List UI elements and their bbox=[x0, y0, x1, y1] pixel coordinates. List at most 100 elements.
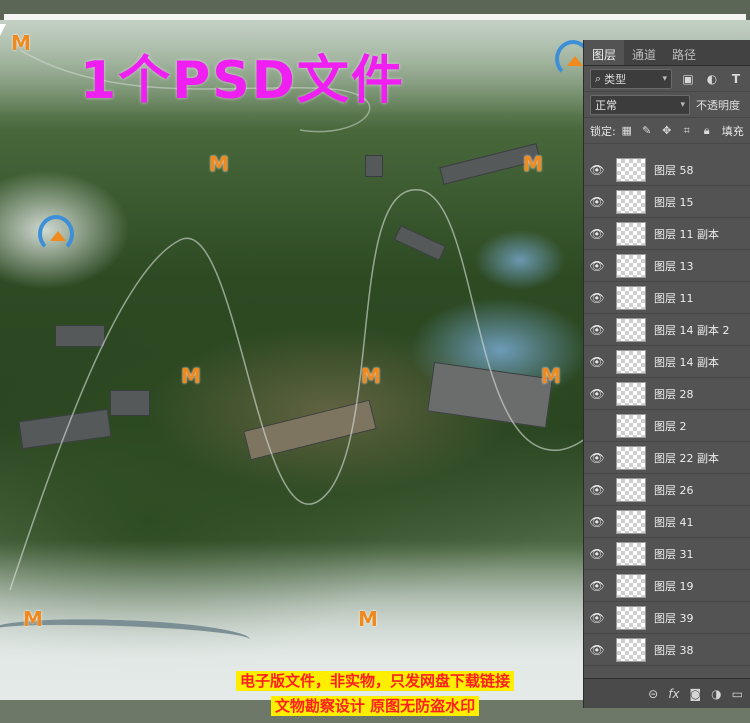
layer-thumbnail[interactable] bbox=[616, 157, 646, 182]
layer-row[interactable]: 👁︎ 图层 11 副本 bbox=[584, 218, 750, 250]
eye-icon[interactable]: 👁︎ bbox=[584, 538, 610, 570]
layer-name[interactable]: 图层 19 bbox=[654, 578, 694, 594]
layer-thumbnail[interactable] bbox=[616, 285, 646, 310]
tab-channels[interactable]: 通道 bbox=[624, 40, 664, 65]
layers-panel: 图层 通道 路径 ⌕ 类型 ▾ ▣ ◐ T 正常 ▾ 不透明度 锁定: ▦ ✎ … bbox=[583, 40, 750, 708]
eye-icon[interactable]: 👁︎ bbox=[584, 282, 610, 314]
layer-name[interactable]: 图层 11 bbox=[654, 290, 694, 306]
eye-icon[interactable]: 👁︎ bbox=[584, 442, 610, 474]
layer-row[interactable]: 👁︎ 图层 28 bbox=[584, 378, 750, 410]
layer-name[interactable]: 图层 38 bbox=[654, 642, 694, 658]
watermark-logo-icon: M bbox=[361, 364, 381, 388]
eye-icon[interactable]: 👁︎ bbox=[584, 154, 610, 186]
layer-row[interactable]: 图层 2 bbox=[584, 410, 750, 442]
layer-row[interactable]: 👁︎ 图层 14 副本 bbox=[584, 346, 750, 378]
eye-icon[interactable] bbox=[584, 410, 610, 442]
layer-thumbnail[interactable] bbox=[616, 477, 646, 502]
layer-row[interactable]: 👁︎ 图层 19 bbox=[584, 570, 750, 602]
lock-icon[interactable]: 🔒︎ bbox=[700, 124, 714, 138]
window-frame: M M M M M M M M 1个PSD文件 图层 通道 路径 ⌕ 类型 ▾ … bbox=[0, 0, 750, 723]
layer-row[interactable]: 👁︎ 图层 41 bbox=[584, 506, 750, 538]
tab-layers[interactable]: 图层 bbox=[584, 40, 625, 65]
layer-row[interactable]: 👁︎ 图层 14 副本 2 bbox=[584, 314, 750, 346]
watermark-logo-icon: M bbox=[523, 152, 543, 176]
eye-icon[interactable]: 👁︎ bbox=[584, 506, 610, 538]
layer-thumbnail[interactable] bbox=[616, 349, 646, 374]
layer-row[interactable]: 👁︎ 图层 22 副本 bbox=[584, 442, 750, 474]
layer-thumbnail[interactable] bbox=[616, 509, 646, 534]
mouse-cursor-icon bbox=[0, 24, 6, 36]
layer-name[interactable]: 图层 13 bbox=[654, 258, 694, 274]
eye-icon[interactable]: 👁︎ bbox=[584, 346, 610, 378]
layer-list: 👁︎ 图层 58 👁︎ 图层 15 👁︎ 图层 11 副本 👁︎ 图层 13 👁︎ 图层 11 👁︎… bbox=[584, 154, 750, 678]
layer-filter-select[interactable]: ⌕ 类型 ▾ bbox=[590, 68, 672, 89]
layer-row[interactable]: 👁︎ 图层 39 bbox=[584, 602, 750, 634]
eye-icon[interactable]: 👁︎ bbox=[584, 602, 610, 634]
layer-row[interactable]: 👁︎ 图层 15 bbox=[584, 186, 750, 218]
layer-thumbnail[interactable] bbox=[616, 189, 646, 214]
layer-thumbnail[interactable] bbox=[616, 221, 646, 246]
watermark-logo-icon: M bbox=[541, 364, 561, 388]
layer-name[interactable]: 图层 14 副本 2 bbox=[654, 322, 730, 338]
layer-row[interactable]: 👁︎ 图层 11 bbox=[584, 282, 750, 314]
layer-thumbnail[interactable] bbox=[616, 605, 646, 630]
chevron-down-icon: ▾ bbox=[662, 73, 667, 84]
layer-row[interactable]: 👁︎ 图层 31 bbox=[584, 538, 750, 570]
eye-icon[interactable]: 👁︎ bbox=[584, 634, 610, 666]
eye-icon[interactable]: 👁︎ bbox=[584, 378, 610, 410]
type-filter-icon[interactable]: T bbox=[728, 71, 744, 87]
eye-icon[interactable]: 👁︎ bbox=[584, 474, 610, 506]
layer-name[interactable]: 图层 58 bbox=[654, 162, 694, 178]
watermark-emblem-icon bbox=[38, 215, 74, 253]
lock-label: 锁定: bbox=[590, 124, 616, 138]
layer-name[interactable]: 图层 22 副本 bbox=[654, 450, 719, 466]
layer-thumbnail[interactable] bbox=[616, 381, 646, 406]
watermark-logo-icon: M bbox=[11, 31, 31, 55]
lock-row: 锁定: ▦ ✎ ✥ ⌗ 🔒︎ 填充 bbox=[584, 118, 750, 144]
tab-paths[interactable]: 路径 bbox=[664, 40, 704, 65]
panel-tabs: 图层 通道 路径 bbox=[584, 40, 750, 66]
caption-line-1: 电子版文件，非实物，只发网盘下载链接 bbox=[0, 670, 750, 691]
move-icon[interactable]: ✥ bbox=[660, 124, 674, 138]
artboard-icon[interactable]: ⌗ bbox=[680, 124, 694, 138]
eye-icon[interactable]: 👁︎ bbox=[584, 250, 610, 282]
layer-name[interactable]: 图层 28 bbox=[654, 386, 694, 402]
caption-text-1: 电子版文件，非实物，只发网盘下载链接 bbox=[235, 671, 514, 691]
watermark-logo-icon: M bbox=[209, 152, 229, 176]
image-filter-icon[interactable]: ▣ bbox=[680, 71, 696, 87]
layer-thumbnail[interactable] bbox=[616, 637, 646, 662]
layer-row[interactable]: 👁︎ 图层 26 bbox=[584, 474, 750, 506]
layer-thumbnail[interactable] bbox=[616, 445, 646, 470]
layer-name[interactable]: 图层 15 bbox=[654, 194, 694, 210]
layer-thumbnail[interactable] bbox=[616, 413, 646, 438]
fill-label: 填充 bbox=[721, 124, 744, 138]
layer-name[interactable]: 图层 31 bbox=[654, 546, 694, 562]
filter-row: ⌕ 类型 ▾ ▣ ◐ T bbox=[584, 66, 750, 92]
adjustment-filter-icon[interactable]: ◐ bbox=[704, 71, 720, 87]
layer-name[interactable]: 图层 14 副本 bbox=[654, 354, 719, 370]
caption-text-2: 文物勘察设计 原图无防盗水印 bbox=[270, 696, 480, 716]
layer-thumbnail[interactable] bbox=[616, 541, 646, 566]
eye-icon[interactable]: 👁︎ bbox=[584, 314, 610, 346]
layer-name[interactable]: 图层 41 bbox=[654, 514, 694, 530]
layer-row[interactable]: 👁︎ 图层 38 bbox=[584, 634, 750, 666]
eye-icon[interactable]: 👁︎ bbox=[584, 218, 610, 250]
search-icon: ⌕ bbox=[595, 71, 602, 85]
brush-icon[interactable]: ✎ bbox=[640, 124, 654, 138]
layer-thumbnail[interactable] bbox=[616, 253, 646, 278]
layer-name[interactable]: 图层 2 bbox=[654, 418, 687, 434]
layer-thumbnail[interactable] bbox=[616, 317, 646, 342]
layer-name[interactable]: 图层 39 bbox=[654, 610, 694, 626]
eye-icon[interactable]: 👁︎ bbox=[584, 186, 610, 218]
layer-row[interactable]: 👁︎ 图层 13 bbox=[584, 250, 750, 282]
blend-row: 正常 ▾ 不透明度 bbox=[584, 92, 750, 118]
blend-mode-value: 正常 bbox=[595, 98, 617, 112]
eye-icon[interactable]: 👁︎ bbox=[584, 570, 610, 602]
layer-thumbnail[interactable] bbox=[616, 573, 646, 598]
watermark-logo-icon: M bbox=[23, 607, 43, 631]
blend-mode-select[interactable]: 正常 ▾ bbox=[590, 94, 690, 115]
layer-name[interactable]: 图层 26 bbox=[654, 482, 694, 498]
lock-transparent-icon[interactable]: ▦ bbox=[620, 124, 634, 138]
layer-row[interactable]: 👁︎ 图层 58 bbox=[584, 154, 750, 186]
layer-name[interactable]: 图层 11 副本 bbox=[654, 226, 719, 242]
